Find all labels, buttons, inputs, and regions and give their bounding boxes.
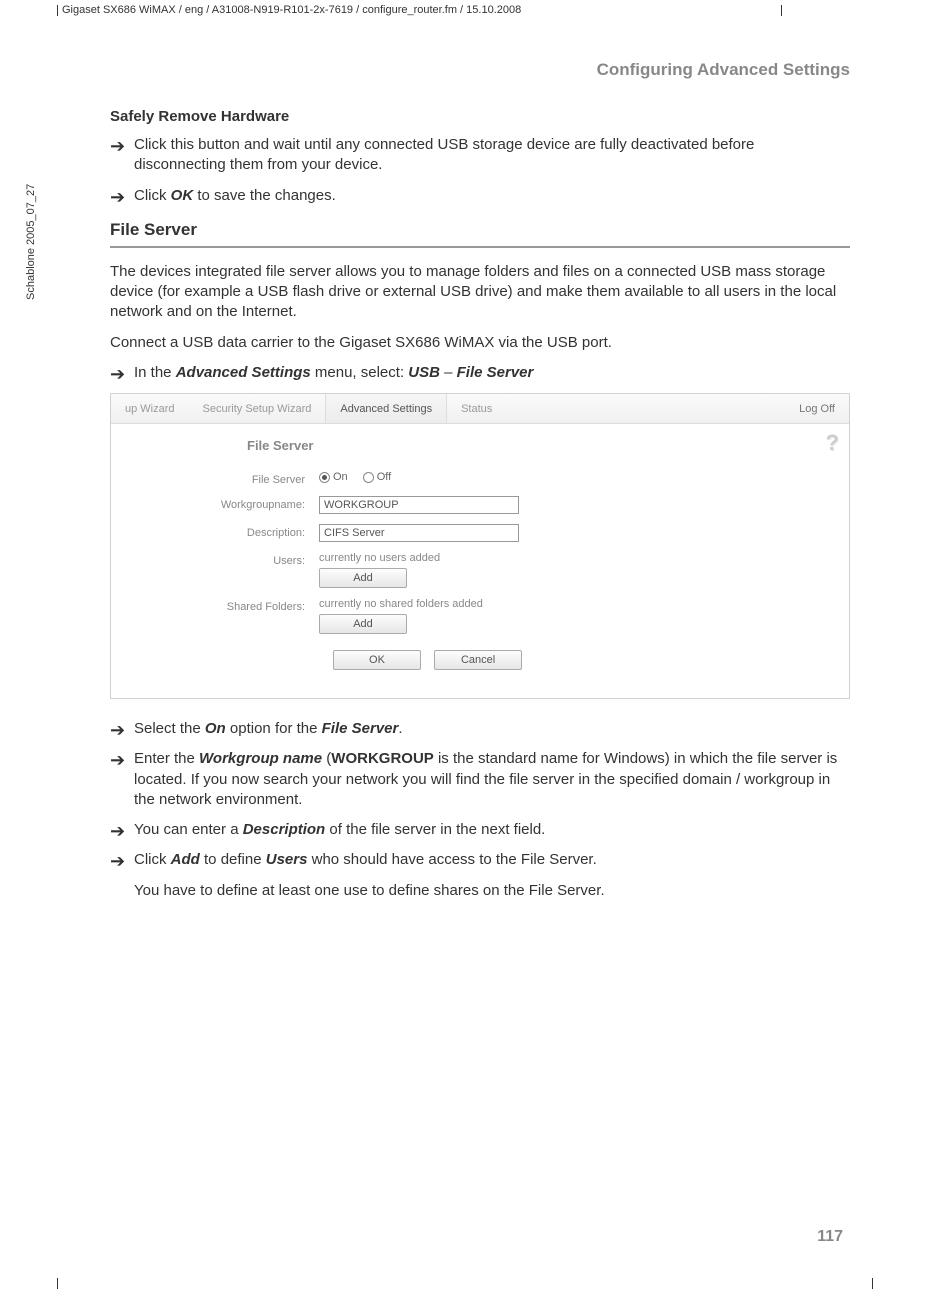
divider [110,246,850,248]
file-server-para2: Connect a USB data carrier to the Gigase… [110,333,850,353]
page-content: Configuring Advanced Settings Safely Rem… [110,60,850,911]
tab-advanced-settings[interactable]: Advanced Settings [325,394,447,423]
row-description: Description: [129,524,831,542]
label-users: Users: [129,552,319,567]
t: Enter the [134,750,199,767]
row-workgroup: Workgroupname: [129,496,831,514]
router-screenshot: up Wizard Security Setup Wizard Advanced… [110,393,850,699]
t: Description [243,821,326,838]
t: In the [134,364,176,381]
doc-header-text: Gigaset SX686 WiMAX / eng / A31008-N919-… [62,4,521,16]
step-enter-description: ➔ You can enter a Description of the fil… [110,820,850,840]
description-input[interactable] [319,524,519,542]
file-server-para1: The devices integrated file server allow… [110,262,850,323]
t: of the file server in the next field. [325,821,545,838]
t: Add [171,851,200,868]
step-click-add: ➔ Click Add to define Users who should h… [110,850,850,870]
t: Click [134,851,171,868]
label-description: Description: [129,524,319,539]
row-file-server-toggle: File Server On Off [129,471,831,486]
t: option for the [226,720,322,737]
t: Select the [134,720,205,737]
t: – [440,364,457,381]
screenshot-body: ? File Server File Server On Off Workgro… [111,424,849,698]
t: . [398,720,402,737]
doc-header: Gigaset SX686 WiMAX / eng / A31008-N919-… [57,4,782,16]
tab-setup-wizard[interactable]: up Wizard [111,394,189,423]
add-user-button[interactable]: Add [319,568,407,588]
t: to define [200,851,266,868]
tab-bar: up Wizard Security Setup Wizard Advanced… [111,394,849,424]
t: File Server [457,364,534,381]
t: menu, select: [311,364,409,381]
step-text: Click this button and wait until any con… [134,135,850,176]
t: USB [408,364,440,381]
help-icon[interactable]: ? [826,430,839,456]
arrow-icon: ➔ [110,822,134,840]
logoff-link[interactable]: Log Off [785,403,849,415]
arrow-icon: ➔ [110,188,134,206]
t: Advanced Settings [176,364,311,381]
section-title: Configuring Advanced Settings [110,60,850,80]
button-row: OK Cancel [333,650,831,670]
step-menu-select: ➔ In the Advanced Settings menu, select:… [110,363,850,383]
step-enter-workgroup: ➔ Enter the Workgroup name (WORKGROUP is… [110,749,850,810]
cancel-button[interactable]: Cancel [434,650,522,670]
radio-off-label: Off [377,471,391,483]
t: On [205,720,226,737]
field-file-server: On Off [319,471,831,483]
ok-button[interactable]: OK [333,650,421,670]
step-text: Enter the Workgroup name (WORKGROUP is t… [134,749,850,810]
t: Users [266,851,308,868]
file-server-heading: File Server [110,220,850,240]
row-shared-folders: Shared Folders: currently no shared fold… [129,598,831,634]
row-users: Users: currently no users added Add [129,552,831,588]
step-note: You have to define at least one use to d… [134,881,850,901]
crop-mark [57,1278,58,1289]
arrow-icon: ➔ [110,721,134,739]
t: File Server [529,882,601,899]
t: Workgroup name [199,750,322,767]
arrow-icon: ➔ [110,852,134,870]
tab-status[interactable]: Status [447,394,506,423]
page-number: 117 [817,1228,843,1246]
step-text: Select the On option for the File Server… [134,719,850,739]
step-save-changes: ➔ Click OK to save the changes. [110,186,850,206]
label-workgroup: Workgroupname: [129,496,319,511]
radio-on[interactable] [319,472,330,483]
t: to save the changes. [193,187,336,204]
t: WORKGROUP [331,750,434,767]
crop-mark [872,1278,873,1289]
t: who should have access to the File Serve… [307,851,596,868]
step-select-on: ➔ Select the On option for the File Serv… [110,719,850,739]
radio-on-label: On [333,471,348,483]
step-text: In the Advanced Settings menu, select: U… [134,363,850,383]
t: . [600,882,604,899]
step-safely-remove-1: ➔ Click this button and wait until any c… [110,135,850,176]
add-folder-button[interactable]: Add [319,614,407,634]
t: You have to define at least one use to d… [134,882,529,899]
t: Click [134,187,171,204]
template-version: Schablone 2005_07_27 [25,184,37,300]
radio-off[interactable] [363,472,374,483]
step-text: Click Add to define Users who should hav… [134,850,850,870]
t: File Server [322,720,399,737]
t: You can enter a [134,821,243,838]
shared-status: currently no shared folders added [319,598,831,610]
arrow-icon: ➔ [110,365,134,383]
workgroup-input[interactable] [319,496,519,514]
screenshot-title: File Server [247,438,831,453]
t: ( [322,750,331,767]
step-text: Click OK to save the changes. [134,186,850,206]
t: OK [171,187,194,204]
label-shared-folders: Shared Folders: [129,598,319,613]
label-file-server: File Server [129,471,319,486]
users-status: currently no users added [319,552,831,564]
arrow-icon: ➔ [110,751,134,769]
arrow-icon: ➔ [110,137,134,155]
safely-remove-heading: Safely Remove Hardware [110,108,850,125]
tab-security-wizard[interactable]: Security Setup Wizard [189,394,326,423]
step-text: You can enter a Description of the file … [134,820,850,840]
